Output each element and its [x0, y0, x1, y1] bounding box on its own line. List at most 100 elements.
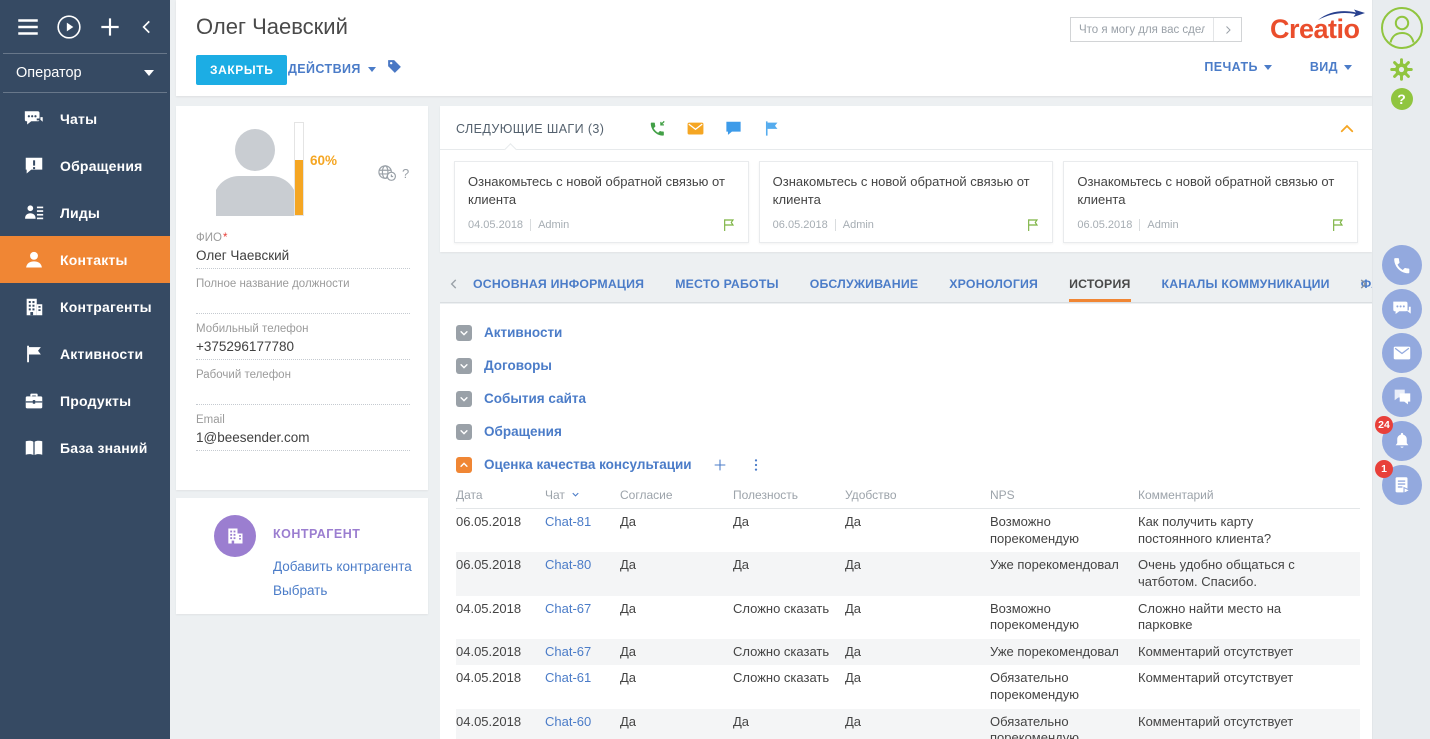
tab-active[interactable]: ИСТОРИЯ: [1069, 277, 1130, 302]
column-header[interactable]: Дата: [456, 485, 545, 509]
rail-chat-icon[interactable]: [1382, 289, 1422, 329]
chat-link[interactable]: Chat-60: [545, 714, 591, 729]
workspace-selector[interactable]: Оператор: [0, 54, 170, 92]
rail-bell-icon[interactable]: 24: [1382, 421, 1422, 461]
field-value[interactable]: +375296177780: [196, 335, 410, 360]
complete-flag-icon[interactable]: [1330, 217, 1346, 233]
section-label[interactable]: Активности: [484, 325, 562, 340]
print-button[interactable]: ПЕЧАТЬ: [1204, 60, 1272, 74]
tab-item[interactable]: МЕСТО РАБОТЫ: [675, 277, 779, 302]
next-step-card[interactable]: Ознакомьтесь с новой обратной связью от …: [454, 161, 749, 243]
table-row[interactable]: 04.05.2018Chat-67ДаСложно сказатьДаУже п…: [456, 639, 1360, 666]
account-link[interactable]: Добавить контрагента: [273, 559, 412, 574]
sidebar-item-activities[interactable]: Активности: [0, 330, 170, 377]
expand-section-icon[interactable]: [456, 358, 472, 374]
chat-link[interactable]: Chat-80: [545, 557, 591, 572]
tabs-scroll-right-icon[interactable]: [1356, 277, 1370, 291]
chat-link[interactable]: Chat-81: [545, 514, 591, 529]
field-value[interactable]: 1@beesender.com: [196, 426, 410, 451]
column-header[interactable]: Удобство: [845, 485, 990, 509]
column-header[interactable]: Комментарий: [1138, 485, 1360, 509]
rail-phone-icon[interactable]: [1382, 245, 1422, 285]
table-row[interactable]: 06.05.2018Chat-81ДаДаДаВозможно порекоме…: [456, 509, 1360, 553]
profile-field[interactable]: Мобильный телефон+375296177780: [196, 323, 410, 360]
expand-section-icon[interactable]: [456, 424, 472, 440]
settings-gear-icon[interactable]: [1388, 56, 1415, 83]
table-row[interactable]: 06.05.2018Chat-80ДаДаДаУже порекомендова…: [456, 552, 1360, 595]
close-button[interactable]: ЗАКРЫТЬ: [196, 55, 287, 85]
field-value[interactable]: [196, 290, 410, 314]
sidebar-item-accounts[interactable]: Контрагенты: [0, 283, 170, 330]
help-icon[interactable]: ?: [1391, 88, 1413, 110]
rail-messages-icon[interactable]: [1382, 377, 1422, 417]
run-process-icon[interactable]: [56, 14, 82, 40]
expand-section-icon[interactable]: [456, 391, 472, 407]
email-icon[interactable]: [686, 119, 705, 138]
section-label[interactable]: Оценка качества консультации: [484, 457, 692, 472]
profile-field[interactable]: Email1@beesender.com: [196, 414, 410, 451]
section-label[interactable]: Договоры: [484, 358, 552, 373]
history-section[interactable]: События сайта: [456, 382, 1360, 415]
collapse-panel-icon[interactable]: [1338, 120, 1356, 138]
complete-flag-icon[interactable]: [721, 217, 737, 233]
column-header[interactable]: Полезность: [733, 485, 845, 509]
chat-link[interactable]: Chat-61: [545, 670, 591, 685]
tab-item[interactable]: ОБСЛУЖИВАНИЕ: [810, 277, 919, 302]
field-value[interactable]: Олег Чаевский: [196, 244, 410, 269]
profile-field[interactable]: ФИО*Олег Чаевский: [196, 232, 410, 269]
history-section[interactable]: Активности: [456, 316, 1360, 349]
next-step-card[interactable]: Ознакомьтесь с новой обратной связью от …: [1063, 161, 1358, 243]
table-row[interactable]: 04.05.2018Chat-67ДаСложно сказатьДаВозмо…: [456, 596, 1360, 639]
sidebar-item-cases[interactable]: Обращения: [0, 142, 170, 189]
sidebar-item-knowledge[interactable]: База знаний: [0, 424, 170, 471]
flag-icon[interactable]: [762, 119, 781, 138]
rail-tasks-icon[interactable]: 1: [1382, 465, 1422, 505]
avatar[interactable]: [216, 122, 294, 216]
add-record-icon[interactable]: [712, 457, 728, 473]
profile-field[interactable]: Полное название должности: [196, 278, 410, 314]
tab-item[interactable]: ОСНОВНАЯ ИНФОРМАЦИЯ: [473, 277, 644, 302]
tab-item[interactable]: КАНАЛЫ КОММУНИКАЦИИ: [1162, 277, 1330, 302]
sidebar-item-leads[interactable]: Лиды: [0, 189, 170, 236]
assistant-submit-icon[interactable]: [1213, 18, 1241, 41]
user-profile-icon[interactable]: [1380, 6, 1424, 50]
table-cell: Обязательно порекомендую: [990, 709, 1138, 739]
chat-icon[interactable]: [724, 119, 743, 138]
profile-field[interactable]: Рабочий телефон: [196, 369, 410, 405]
history-section[interactable]: Договоры: [456, 349, 1360, 382]
cell-value: Да: [845, 601, 861, 616]
history-section[interactable]: Обращения: [456, 415, 1360, 448]
column-header[interactable]: NPS: [990, 485, 1138, 509]
expand-section-icon[interactable]: [456, 325, 472, 341]
tag-icon[interactable]: [386, 58, 403, 75]
assistant-input[interactable]: [1071, 18, 1213, 41]
column-header[interactable]: Чат: [545, 485, 620, 509]
collapse-sidebar-icon[interactable]: [138, 18, 156, 36]
field-value[interactable]: [196, 381, 410, 405]
view-button[interactable]: ВИД: [1310, 60, 1352, 74]
call-icon[interactable]: [648, 119, 667, 138]
tabs-scroll-left-icon[interactable]: [447, 277, 461, 291]
rail-email-icon[interactable]: [1382, 333, 1422, 373]
add-record-icon[interactable]: [97, 14, 123, 40]
next-step-card[interactable]: Ознакомьтесь с новой обратной связью от …: [759, 161, 1054, 243]
table-row[interactable]: 04.05.2018Chat-60ДаДаДаОбязательно порек…: [456, 709, 1360, 739]
menu-icon[interactable]: [15, 14, 41, 40]
section-menu-icon[interactable]: [748, 457, 764, 473]
actions-button[interactable]: ДЕЙСТВИЯ: [288, 62, 376, 76]
complete-flag-icon[interactable]: [1025, 217, 1041, 233]
collapse-section-icon[interactable]: [456, 457, 472, 473]
tab-item[interactable]: ХРОНОЛОГИЯ: [949, 277, 1038, 302]
section-label[interactable]: События сайта: [484, 391, 586, 406]
table-row[interactable]: 04.05.2018Chat-61ДаСложно сказатьДаОбяза…: [456, 665, 1360, 708]
sidebar-item-products[interactable]: Продукты: [0, 377, 170, 424]
history-section[interactable]: Оценка качества консультации: [456, 448, 1360, 481]
column-header[interactable]: Согласие: [620, 485, 733, 509]
table-body: 06.05.2018Chat-81ДаДаДаВозможно порекоме…: [456, 509, 1360, 739]
sidebar-item-contacts[interactable]: Контакты: [0, 236, 170, 283]
chat-link[interactable]: Chat-67: [545, 601, 591, 616]
section-label[interactable]: Обращения: [484, 424, 562, 439]
sidebar-item-chats[interactable]: Чаты: [0, 95, 170, 142]
chat-link[interactable]: Chat-67: [545, 644, 591, 659]
account-link[interactable]: Выбрать: [273, 583, 412, 598]
